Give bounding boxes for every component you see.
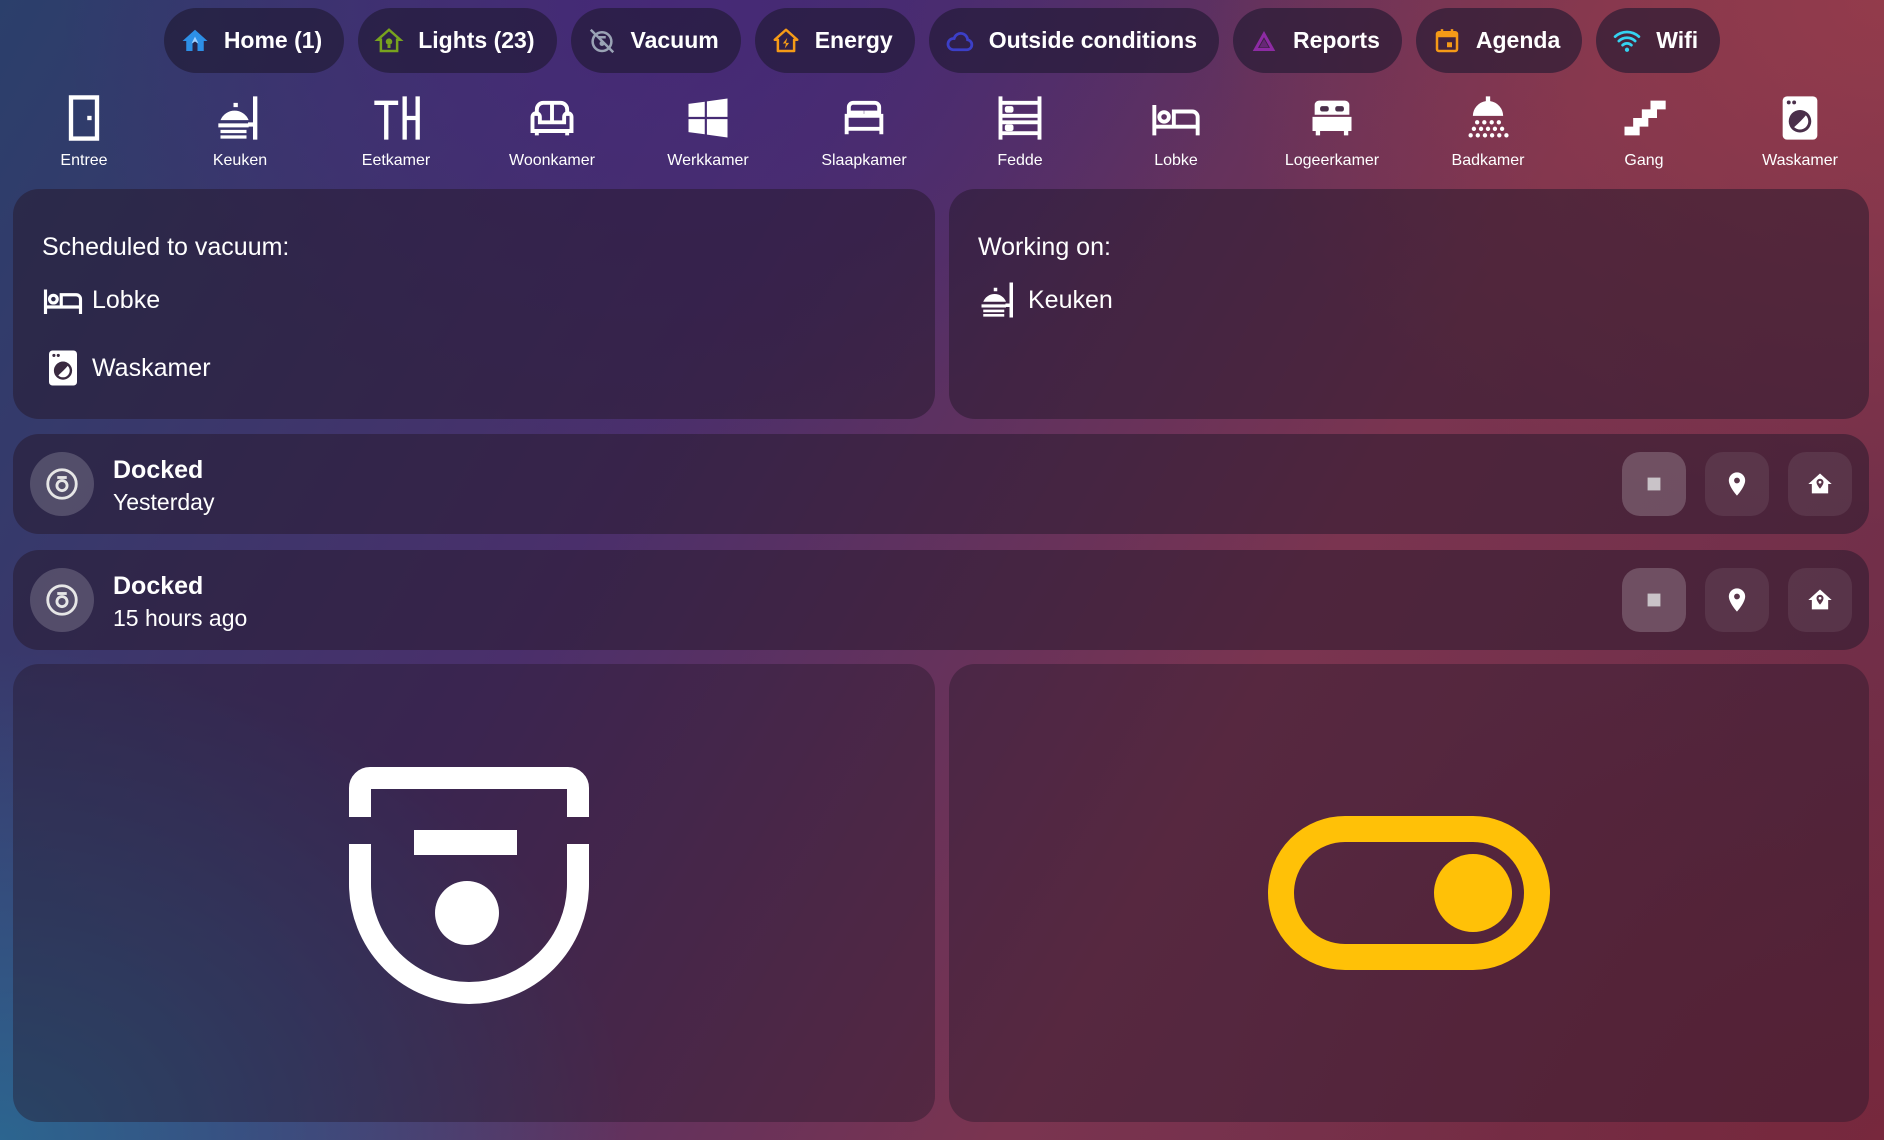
vacuum-status-row[interactable]: Docked 15 hours ago [13,550,1869,650]
room-entree-label: Entree [60,152,108,169]
chip-lights[interactable]: Lights (23) [358,8,557,73]
room-keuken-label: Keuken [212,152,268,169]
room-gang-label: Gang [1624,152,1664,169]
scheduled-title: Scheduled to vacuum: [42,233,290,261]
vacuum-state: Docked [113,572,204,600]
room-lobke[interactable]: Lobke [1098,92,1254,172]
room-logeerkamer-label: Logeerkamer [1284,152,1380,169]
cloud-icon [946,31,973,51]
toggle-switch-icon [1268,816,1550,970]
bed-double-icon [844,100,884,135]
windows-icon [688,98,728,138]
chip-outside-conditions-label: Outside conditions [988,27,1197,53]
map-marker-icon [1728,472,1746,496]
chip-lights-label: Lights (23) [418,27,535,53]
chip-energy-label: Energy [814,27,893,53]
room-fedde[interactable]: Fedde [942,92,1098,172]
chip-vacuum-label: Vacuum [630,27,719,53]
lightbulb-home-icon [374,27,404,52]
stop-button[interactable] [1622,568,1686,632]
room-woonkamer[interactable]: Woonkamer [474,92,630,172]
room-entree[interactable]: Entree [6,92,162,172]
room-slaapkamer[interactable]: Slaapkamer [786,92,942,172]
working-item-label: Keuken [1028,285,1113,314]
room-werkkamer-label: Werkkamer [667,152,749,169]
switch-tile[interactable] [949,664,1869,1122]
robot-vacuum-icon [30,452,94,516]
room-woonkamer-label: Woonkamer [509,152,595,169]
room-lobke-label: Lobke [1154,152,1198,169]
wifi-icon [1613,30,1641,52]
stop-button[interactable] [1622,452,1686,516]
chip-agenda[interactable]: Agenda [1415,8,1583,73]
scheduled-item-waskamer[interactable]: Waskamer [42,347,211,389]
stop-icon [1647,477,1661,491]
room-eetkamer-label: Eetkamer [361,152,431,169]
working-item-keuken[interactable]: Keuken [978,279,1113,321]
scheduled-item-lobke[interactable]: Lobke [42,279,160,321]
vacuum-tile[interactable] [13,664,935,1122]
chip-agenda-label: Agenda [1475,27,1561,53]
robot-vacuum-icon [30,568,94,632]
vacuum-state: Docked [113,456,204,484]
stove-icon [981,282,1013,318]
chip-energy[interactable]: Energy [754,8,915,73]
navigation-chips: Home (1) Lights (23) Vacuum Energy Outsi… [0,8,1884,73]
home-icon [182,29,208,51]
room-gang[interactable]: Gang [1566,92,1722,172]
room-badkamer-label: Badkamer [1451,152,1525,169]
room-eetkamer[interactable]: Eetkamer [318,92,474,172]
vacuum-last-changed: Yesterday [113,489,215,515]
working-card: Working on: Keuken [949,189,1869,419]
room-shortcuts: Entree Keuken Eetkamer Woonkamer Werkkam… [6,92,1878,172]
chip-wifi[interactable]: Wifi [1596,8,1721,73]
bed-icon [1152,105,1200,136]
return-home-button[interactable] [1788,568,1852,632]
room-keuken[interactable]: Keuken [162,92,318,172]
chip-home-label: Home (1) [223,27,323,53]
map-marker-icon [1728,588,1746,612]
room-werkkamer[interactable]: Werkkamer [630,92,786,172]
stove-icon [218,96,258,140]
room-badkamer[interactable]: Badkamer [1410,92,1566,172]
home-lightning-icon [773,28,799,52]
washing-machine-icon [1782,96,1818,140]
washing-machine-icon [49,350,77,386]
calendar-icon [1435,28,1459,52]
scheduled-item-label: Lobke [92,285,161,314]
scheduled-card: Scheduled to vacuum: Lobke Waskamer [13,189,935,419]
return-home-button[interactable] [1788,452,1852,516]
chip-home[interactable]: Home (1) [163,8,345,73]
stairs-icon [1624,100,1666,136]
chip-outside-conditions[interactable]: Outside conditions [928,8,1219,73]
chip-wifi-label: Wifi [1656,27,1699,53]
stop-icon [1647,593,1661,607]
home-map-marker-icon [1808,473,1832,494]
bunk-bed-icon [998,96,1042,140]
room-waskamer-label: Waskamer [1762,152,1838,169]
working-title: Working on: [978,233,1111,261]
door-icon [68,95,100,141]
chart-triangle-icon [1252,30,1276,51]
vacuum-last-changed: 15 hours ago [113,605,248,631]
locate-button[interactable] [1705,568,1769,632]
scheduled-item-label: Waskamer [92,353,211,382]
room-waskamer[interactable]: Waskamer [1722,92,1878,172]
table-chair-icon [374,96,420,140]
room-logeerkamer[interactable]: Logeerkamer [1254,92,1410,172]
chip-reports-label: Reports [1292,27,1380,53]
sofa-icon [530,100,574,136]
robot-vacuum-large-icon [349,767,589,1004]
chip-reports[interactable]: Reports [1232,8,1402,73]
room-fedde-label: Fedde [997,152,1043,169]
bed-icon [43,289,83,314]
vacuum-status-row[interactable]: Docked Yesterday [13,434,1869,534]
shower-icon [1468,96,1509,138]
vacuum-off-icon [589,28,614,53]
locate-button[interactable] [1705,452,1769,516]
bed-empty-icon [1312,100,1352,136]
chip-vacuum[interactable]: Vacuum [570,8,741,73]
home-map-marker-icon [1808,589,1832,610]
room-slaapkamer-label: Slaapkamer [821,152,907,169]
